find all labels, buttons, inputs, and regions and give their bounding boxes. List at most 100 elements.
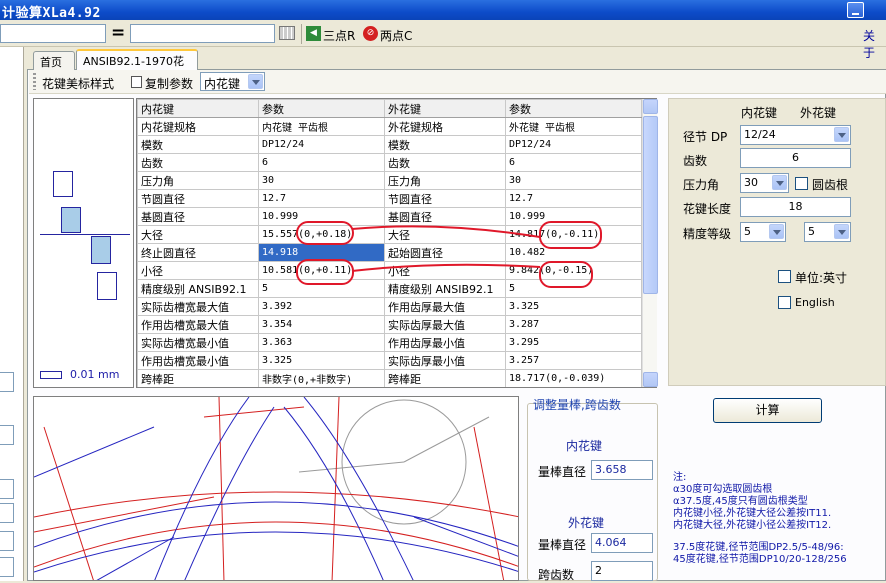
two-point-icon[interactable]: ⊘ [363,26,378,41]
table-cell[interactable]: 模数 [384,135,506,154]
dp-select[interactable]: 12/24 [740,125,851,145]
pressure-angle-select[interactable]: 30 [740,173,789,193]
table-cell[interactable]: 作用齿槽宽最大值 [137,315,259,334]
table-cell[interactable]: 内花键 平齿根 [258,117,385,136]
minimize-button[interactable] [847,2,864,18]
table-cell[interactable]: 外花键规格 [384,117,506,136]
table-cell[interactable]: 作用齿槽宽最小值 [137,351,259,370]
two-point-button[interactable]: 两点C [380,27,412,44]
table-cell[interactable]: 3.392 [258,297,385,316]
table-scrollbar[interactable] [642,99,658,387]
table-cell[interactable]: 12.7 [505,189,642,208]
table-cell[interactable]: DP12/24 [505,135,642,154]
scroll-down-icon[interactable] [643,372,658,387]
result-field[interactable] [130,24,275,43]
table-cell[interactable]: 30 [258,171,385,190]
table-cell[interactable]: 3.363 [258,333,385,352]
spline-style-button[interactable]: 花键美标样式 [42,75,114,92]
table-cell[interactable]: 6 [505,153,642,172]
spline-drawing-canvas[interactable] [33,396,519,581]
table-cell[interactable]: 3.325 [258,351,385,370]
table-cell[interactable]: 节圆直径 [137,189,259,208]
table-cell[interactable]: 3.354 [258,315,385,334]
table-cell[interactable]: 作用齿厚最大值 [384,297,506,316]
tab-ansi-spline[interactable]: ANSIB92.1-1970花键 [76,49,198,84]
root-round-checkbox[interactable] [795,177,808,190]
table-cell[interactable]: 3.295 [505,333,642,352]
three-point-button[interactable]: 三点R [323,27,355,44]
table-row-module[interactable]: 模数 DP12/24 模数 DP12/24 [137,135,642,154]
table-cell[interactable]: 实际齿厚最大值 [384,315,506,334]
tab-home[interactable]: 首页 [33,51,75,70]
table-cell[interactable]: 跨棒距 [384,369,506,387]
table-cell[interactable]: 18.717(0,-0.039) [505,369,642,387]
table-cell[interactable]: 齿数 [137,153,259,172]
grade-internal-select[interactable]: 5 [740,222,786,242]
english-checkbox[interactable] [778,296,791,309]
internal-pin-input[interactable]: 3.658 [591,460,653,480]
copy-icon[interactable] [131,76,142,88]
left-input-5[interactable] [0,531,14,551]
table-cell[interactable]: 齿数 [384,153,506,172]
left-input-1[interactable] [0,372,14,392]
table-cell[interactable]: 实际齿槽宽最大值 [137,297,259,316]
calculate-button[interactable]: 计算 [713,398,822,423]
table-cell[interactable]: 小径 [137,261,259,280]
table-row-pitch-diameter[interactable]: 节圆直径 12.7 节圆直径 12.7 [137,189,642,208]
scroll-up-icon[interactable] [643,99,658,114]
table-cell[interactable]: 大径 [137,225,259,244]
table-cell[interactable]: 压力角 [384,171,506,190]
table-cell[interactable]: DP12/24 [258,135,385,154]
input-field-left[interactable] [0,24,106,43]
length-input[interactable]: 18 [740,197,851,217]
table-cell[interactable]: 实际齿厚最小值 [384,351,506,370]
table-cell[interactable]: 3.287 [505,315,642,334]
table-cell[interactable]: 跨棒距 [137,369,259,387]
span-teeth-input[interactable]: 2 [591,561,653,581]
calculator-icon[interactable] [279,26,295,40]
table-cell[interactable]: 非数字(0,+非数字) [258,369,385,387]
table-cell[interactable]: 作用齿厚最小值 [384,333,506,352]
scroll-thumb[interactable] [643,116,658,294]
table-cell[interactable]: 6 [258,153,385,172]
left-input-6[interactable] [0,557,14,577]
table-row-space-width-min[interactable]: 实际齿槽宽最小值 3.363 作用齿厚最小值 3.295 [137,333,642,352]
table-cell[interactable]: 模数 [137,135,259,154]
table-cell[interactable]: 12.7 [258,189,385,208]
table-row-spec[interactable]: 内花键规格 内花键 平齿根 外花键规格 外花键 平齿根 [137,117,642,136]
table-cell[interactable]: 30 [505,171,642,190]
table-cell[interactable]: 精度级别 ANSIB92.1 [137,279,259,298]
left-input-2[interactable] [0,425,14,445]
table-cell[interactable]: 精度级别 ANSIB92.1 [384,279,506,298]
table-row-eff-space-width-min[interactable]: 作用齿槽宽最小值 3.325 实际齿厚最小值 3.257 [137,351,642,370]
copy-params-button[interactable]: 复制参数 [145,75,193,92]
grade-external-select[interactable]: 5 [804,222,851,242]
teeth-input[interactable]: 6 [740,148,851,168]
table-cell[interactable]: 3.257 [505,351,642,370]
table-row-space-width-max[interactable]: 实际齿槽宽最大值 3.392 作用齿厚最大值 3.325 [137,297,642,316]
left-input-3[interactable] [0,479,14,499]
left-input-4[interactable] [0,503,14,523]
about-menu[interactable]: 关于 [863,27,886,61]
table-cell[interactable]: 压力角 [137,171,259,190]
chevron-down-icon[interactable] [769,224,784,239]
three-point-icon[interactable]: ◀ [306,26,321,41]
table-cell[interactable]: 实际齿槽宽最小值 [137,333,259,352]
table-row-teeth[interactable]: 齿数 6 齿数 6 [137,153,642,172]
chevron-down-icon[interactable] [248,74,263,89]
chevron-down-icon[interactable] [772,175,787,190]
chevron-down-icon[interactable] [834,224,849,239]
table-cell[interactable]: 内花键规格 [137,117,259,136]
spline-type-select[interactable]: 内花键 [200,72,265,91]
table-cell[interactable]: 基圆直径 [137,207,259,226]
table-cell[interactable]: 外花键 平齿根 [505,117,642,136]
chevron-down-icon[interactable] [834,127,849,142]
table-cell[interactable]: 终止圆直径 [137,243,259,262]
table-cell[interactable]: 节圆直径 [384,189,506,208]
table-cell[interactable]: 基圆直径 [384,207,506,226]
external-pin-input[interactable]: 4.064 [591,533,653,553]
unit-inch-checkbox[interactable] [778,270,791,283]
table-row-pin-span[interactable]: 跨棒距 非数字(0,+非数字) 跨棒距 18.717(0,-0.039) [137,369,642,387]
table-row-eff-space-width-max[interactable]: 作用齿槽宽最大值 3.354 实际齿厚最大值 3.287 [137,315,642,334]
table-cell[interactable]: 3.325 [505,297,642,316]
